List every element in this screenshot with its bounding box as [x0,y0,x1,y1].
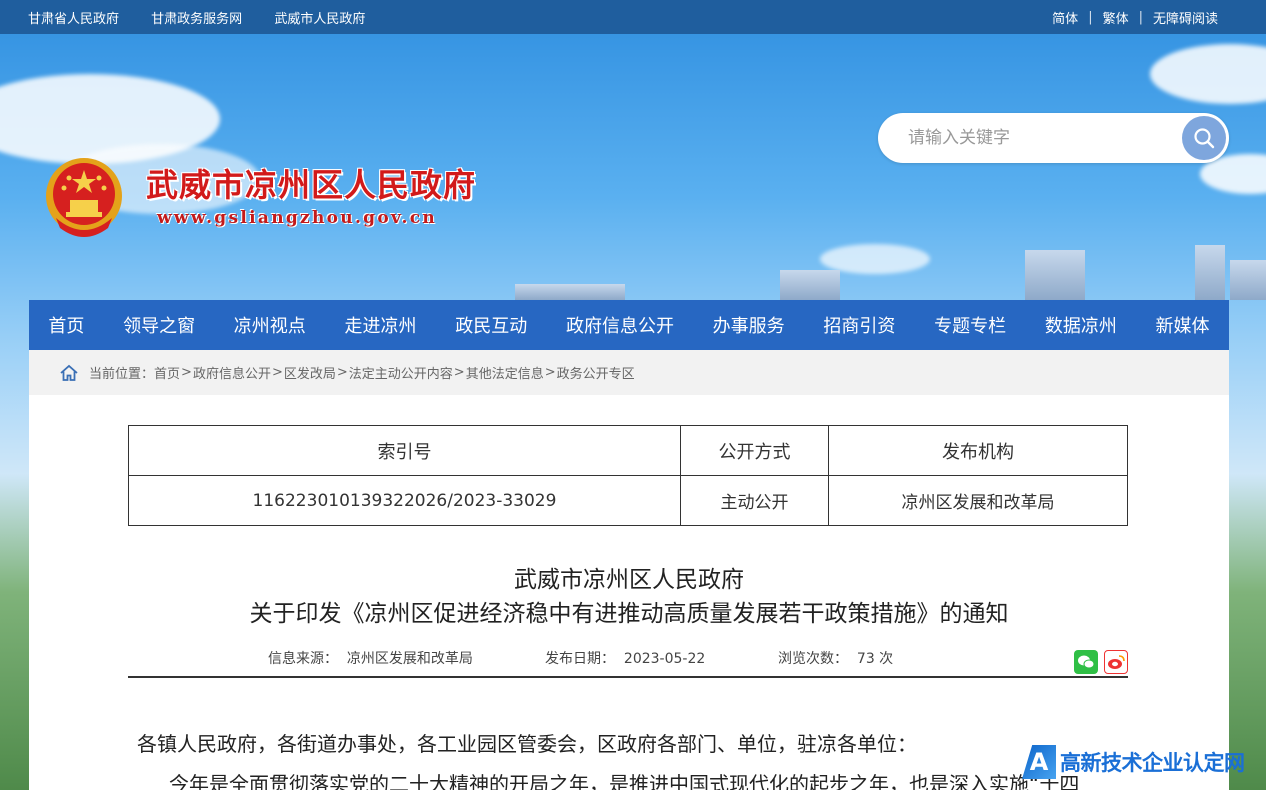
nav-about[interactable]: 走进凉州 [341,312,421,338]
link-wuwei-gov[interactable]: 武威市人民政府 [274,12,365,27]
divider: | [1088,9,1093,25]
site-title: 武威市凉州区人民政府 [146,166,477,204]
building [780,270,840,300]
cell-method: 主动公开 [680,475,829,526]
table-header-row: 索引号 公开方式 发布机构 [128,425,1128,476]
breadcrumb-item[interactable]: 其他法定信息 [466,363,544,382]
share-buttons [1068,650,1128,674]
main-nav: 首页 领导之窗 凉州视点 走进凉州 政民互动 政府信息公开 办事服务 招商引资 … [29,300,1229,350]
search-box [878,113,1229,163]
simplified-link[interactable]: 简体 [1052,8,1078,27]
nav-leaders[interactable]: 领导之窗 [119,312,199,338]
home-icon[interactable] [59,363,79,383]
breadcrumb-item[interactable]: 首页 [154,363,180,382]
content-panel: 当前位置： 首页 > 政府信息公开 > 区发改局 > 法定主动公开内容 > 其他法定信息… [29,350,1229,790]
cell-index: 116223010139322026/2023-33029 [128,475,681,526]
info-views: 浏览次数： 73 次 [778,648,893,668]
traditional-link[interactable]: 繁体 [1103,8,1129,27]
info-source: 信息来源： 凉州区发展和改革局 [268,648,473,668]
search-icon [1194,128,1215,149]
breadcrumb-sep: > [271,365,283,380]
article-info: 信息来源： 凉州区发展和改革局 发布日期： 2023-05-22 浏览次数： 7… [128,646,1128,678]
header-index: 索引号 [128,425,681,476]
nav-topics[interactable]: 专题专栏 [930,312,1010,338]
search-input[interactable] [878,113,1182,163]
watermark: A 高新技术企业认定网 [1022,745,1245,779]
nav-home[interactable]: 首页 [44,312,88,338]
breadcrumb-item[interactable]: 政务公开专区 [557,363,635,382]
breadcrumb-prefix: 当前位置： [89,367,155,382]
article-title-line2: 关于印发《凉州区促进经济稳中有进推动高质量发展若干政策措施》的通知 [249,601,1009,627]
watermark-text: 高新技术企业认定网 [1060,751,1245,775]
lang-switcher: 简体 | 繁体 | 无障碍阅读 [1052,8,1218,27]
weibo-share-icon[interactable] [1104,650,1128,674]
nav-gov-info[interactable]: 政府信息公开 [562,312,678,338]
breadcrumb-item[interactable]: 法定主动公开内容 [349,363,453,382]
cloud [1150,44,1266,104]
table-row: 116223010139322026/2023-33029 主动公开 凉州区发展… [128,475,1128,526]
building [1195,245,1225,300]
building [1230,260,1266,300]
breadcrumb: 当前位置： 首页 > 政府信息公开 > 区发改局 > 法定主动公开内容 > 其他法定信息… [29,350,1229,395]
article-paragraph: 各镇人民政府，各街道办事处，各工业园区管委会，区政府各部门、单位，驻凉各单位： [137,732,917,756]
views-label: 浏览次数： [778,651,848,667]
date-value: 2023-05-22 [623,651,706,667]
divider: | [1138,9,1143,25]
meta-table: 索引号 公开方式 发布机构 116223010139322026/2023-33… [128,425,1128,526]
cell-publisher: 凉州区发展和改革局 [828,475,1128,526]
nav-new-media[interactable]: 新媒体 [1152,312,1214,338]
header-method: 公开方式 [680,425,829,476]
building [515,284,625,300]
search-button[interactable] [1182,116,1226,160]
article-paragraph: 今年是全面贯彻落实党的二十大精神的开局之年，是推进中国式现代化的起步之年，也是深… [169,772,1080,790]
accessibility-link[interactable]: 无障碍阅读 [1153,8,1218,27]
article-title-line1: 武威市凉州区人民政府 [514,567,744,593]
breadcrumb-sep: > [544,365,556,380]
info-date: 发布日期： 2023-05-22 [545,648,705,668]
link-gansu-gov[interactable]: 甘肃省人民政府 [28,12,119,27]
source-label: 信息来源： [268,651,338,667]
breadcrumb-item[interactable]: 区发改局 [284,363,336,382]
date-label: 发布日期： [545,651,615,667]
nav-data[interactable]: 数据凉州 [1041,312,1121,338]
top-links: 甘肃省人民政府 甘肃政务服务网 武威市人民政府 [28,8,393,27]
wechat-share-icon[interactable] [1074,650,1098,674]
nav-investment[interactable]: 招商引资 [819,312,899,338]
top-bar: 甘肃省人民政府 甘肃政务服务网 武威市人民政府 简体 | 繁体 | 无障碍阅读 [0,0,1266,34]
source-value: 凉州区发展和改革局 [346,651,473,667]
link-gansu-service[interactable]: 甘肃政务服务网 [151,12,242,27]
national-emblem-icon [46,158,122,237]
breadcrumb-sep: > [453,365,465,380]
nav-services[interactable]: 办事服务 [709,312,789,338]
breadcrumb-item[interactable]: 政府信息公开 [193,363,271,382]
header-publisher: 发布机构 [828,425,1128,476]
breadcrumb-sep: > [181,365,192,380]
views-value: 73 次 [856,651,894,667]
building [1025,250,1085,300]
site-url: www.gsliangzhou.gov.cn [157,208,438,228]
nav-liangzhou-view[interactable]: 凉州视点 [230,312,310,338]
watermark-logo-icon: A [1022,745,1056,779]
breadcrumb-sep: > [336,365,348,380]
nav-interaction[interactable]: 政民互动 [451,312,531,338]
